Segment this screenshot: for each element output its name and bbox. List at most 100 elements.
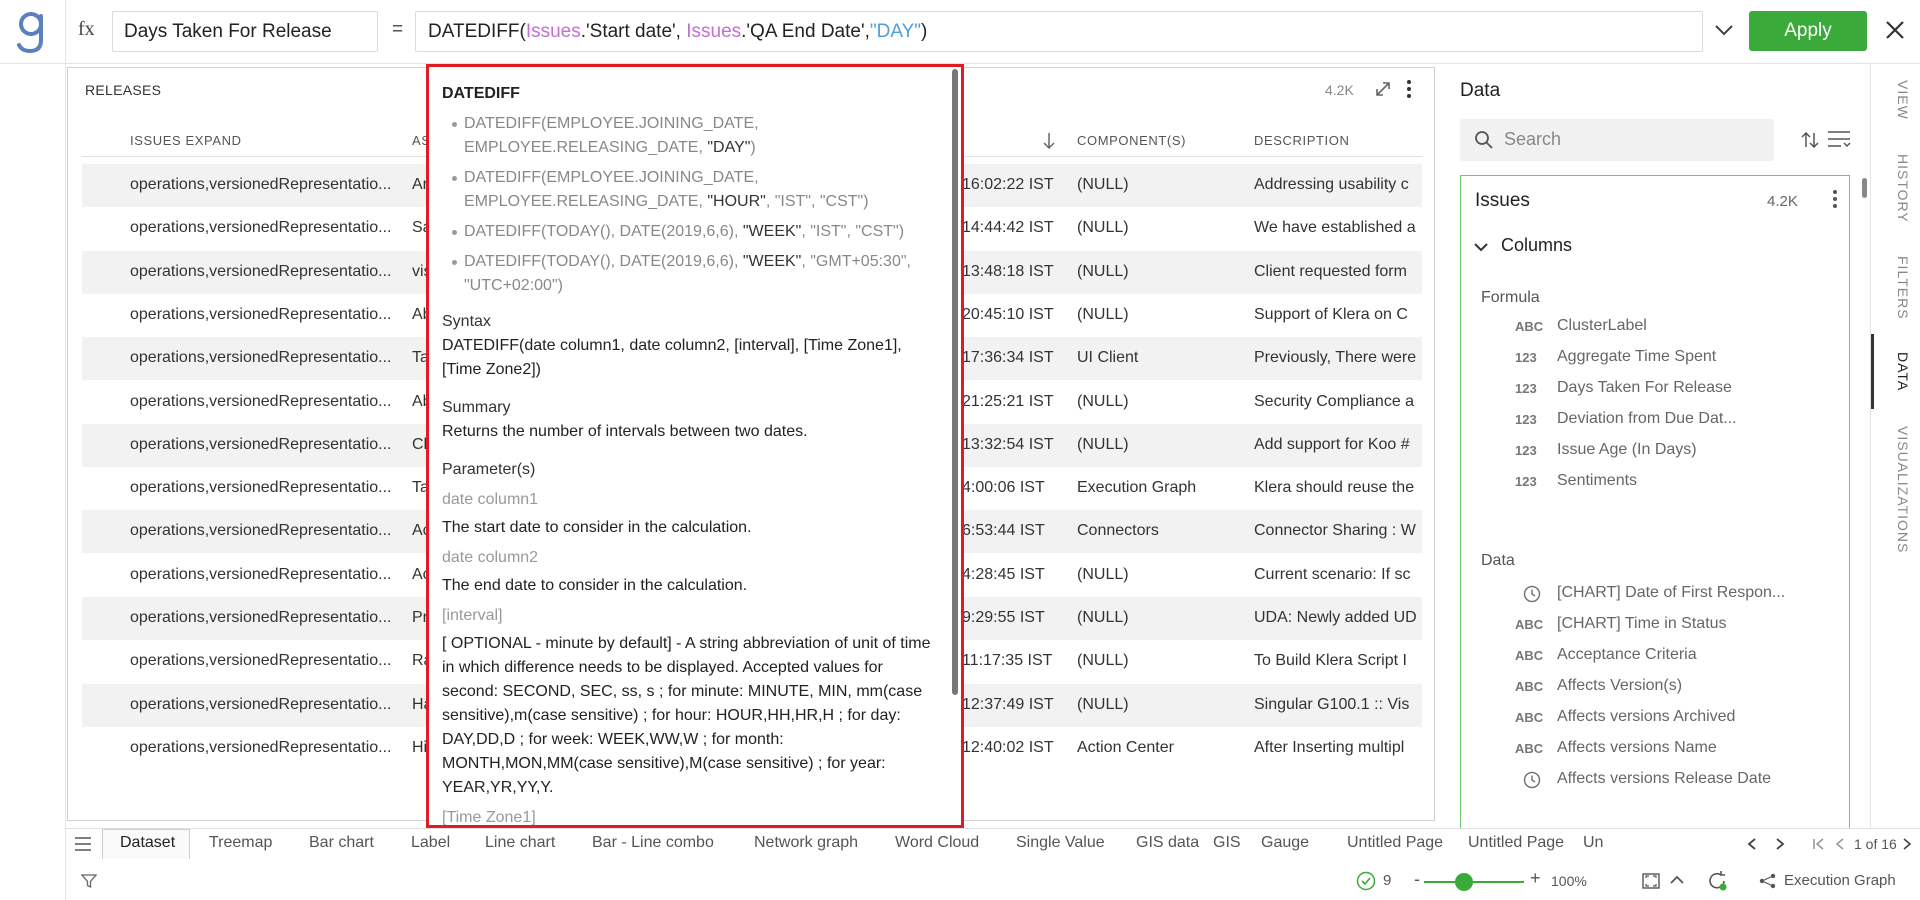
cell-time: 12:40:02 IST: [962, 738, 1054, 756]
sort-icon[interactable]: [1800, 130, 1820, 150]
tab-data[interactable]: DATA: [1881, 352, 1911, 391]
formula-bar: fx Days Taken For Release = DATEDIFF(Iss…: [0, 0, 1920, 64]
tab-filters[interactable]: FILTERS: [1881, 256, 1911, 320]
tab-view[interactable]: VIEW: [1881, 80, 1911, 120]
cell-time: 9:29:55 IST: [962, 609, 1045, 626]
cell-component: Connectors: [1077, 522, 1159, 540]
tab-visualizations[interactable]: VISUALIZATIONS: [1881, 426, 1911, 553]
cell-time: 13:48:18 IST: [962, 262, 1054, 280]
page-tab[interactable]: Untitled Page: [1468, 834, 1564, 852]
apply-button[interactable]: Apply: [1749, 11, 1867, 51]
dataset-count: 4.2K: [1767, 193, 1798, 210]
page-tab[interactable]: GIS data: [1136, 834, 1199, 852]
check-circle-icon[interactable]: [1356, 871, 1376, 891]
page-tab[interactable]: Label: [411, 834, 450, 852]
fx-label: fx: [78, 18, 95, 40]
cell-issues-expand: operations,versionedRepresentatio...: [130, 565, 392, 583]
cell-issues-expand: operations,versionedRepresentatio...: [130, 738, 392, 756]
field-type: 123: [1515, 381, 1537, 396]
chevron-down-icon[interactable]: [1712, 18, 1736, 42]
expand-icon[interactable]: [1374, 80, 1392, 98]
menu-icon[interactable]: [74, 836, 92, 852]
zoom-slider-thumb[interactable]: [1455, 873, 1473, 891]
field-name: Aggregate Time Spent: [1557, 348, 1717, 365]
chevron-up-icon[interactable]: [1669, 873, 1685, 887]
cell-component: UI Client: [1077, 349, 1139, 367]
field-name: [CHART] Time in Status: [1557, 615, 1727, 632]
close-icon[interactable]: [1882, 17, 1908, 43]
example-item: DATEDIFF(TODAY(), DATE(2019,6,6), "WEEK"…: [452, 250, 932, 298]
formula-arg: .'QA End Date',: [741, 21, 870, 42]
page-tab[interactable]: Gauge: [1261, 834, 1309, 852]
data-group-label: Data: [1481, 552, 1515, 569]
column-header-components[interactable]: COMPONENT(S): [1077, 133, 1217, 148]
clock-icon: [1523, 771, 1541, 789]
formula-input[interactable]: DATEDIFF(Issues.'Start date', Issues.'QA…: [415, 11, 1703, 52]
page-tab[interactable]: Single Value: [1016, 834, 1105, 852]
field-name-input[interactable]: Days Taken For Release: [112, 11, 378, 52]
filter-icon[interactable]: [81, 873, 97, 889]
param-description: The start date to consider in the calcul…: [442, 519, 752, 536]
formula-string: "DAY": [869, 21, 922, 42]
next-page-icon[interactable]: [1901, 837, 1913, 851]
sort-down-icon[interactable]: [1042, 131, 1056, 151]
popup-scrollbar[interactable]: [952, 69, 958, 695]
data-panel-scrollbar[interactable]: [1862, 178, 1867, 198]
function-help-content: DATEDIFF DATEDIFF(EMPLOYEE.JOINING_DATE,…: [442, 82, 932, 825]
zoom-in-button[interactable]: +: [1530, 868, 1541, 889]
example-post: , "IST", "CST"): [801, 223, 905, 240]
app-logo[interactable]: [0, 0, 66, 64]
page-tab[interactable]: Bar chart: [309, 834, 374, 852]
page-tab[interactable]: Bar - Line combo: [592, 834, 714, 852]
example-kw: "HOUR": [707, 193, 766, 210]
zoom-slider-track[interactable]: [1424, 881, 1524, 883]
page-tab[interactable]: GIS: [1213, 834, 1241, 852]
example-kw: "WEEK": [742, 223, 802, 240]
example-post: , "IST", "CST"): [765, 193, 869, 210]
field-name: Days Taken For Release: [1557, 379, 1732, 396]
check-count: 9: [1383, 872, 1392, 889]
more-vertical-icon[interactable]: [1831, 189, 1839, 209]
page-tab[interactable]: Dataset: [120, 834, 175, 852]
cell-description: To Build Klera Script I: [1254, 652, 1407, 670]
cell-component: (NULL): [1077, 219, 1129, 237]
fit-screen-icon[interactable]: [1641, 871, 1661, 891]
tab-history[interactable]: HISTORY: [1881, 154, 1911, 223]
filter-list-icon[interactable]: [1827, 129, 1851, 149]
zoom-out-button[interactable]: -: [1414, 869, 1420, 890]
column-header-description[interactable]: DESCRIPTION: [1254, 133, 1414, 148]
page-tab[interactable]: Treemap: [209, 834, 272, 852]
chevron-right-icon[interactable]: [1774, 837, 1786, 851]
page-tab[interactable]: Word Cloud: [895, 834, 979, 852]
columns-header[interactable]: Columns: [1473, 235, 1572, 256]
field-type: 123: [1515, 350, 1537, 365]
cell-component: (NULL): [1077, 695, 1129, 713]
chevron-left-icon[interactable]: [1746, 837, 1758, 851]
search-input[interactable]: Search: [1460, 119, 1774, 161]
cell-description: Previously, There were: [1254, 349, 1417, 367]
prev-page-icon[interactable]: [1834, 837, 1846, 851]
page-tab[interactable]: Line chart: [485, 834, 555, 852]
field-name: Acceptance Criteria: [1557, 646, 1697, 663]
cell-time: 13:32:54 IST: [962, 435, 1054, 453]
examples-list: DATEDIFF(EMPLOYEE.JOINING_DATE, EMPLOYEE…: [452, 112, 932, 298]
dataset-name[interactable]: Issues: [1475, 190, 1530, 212]
example-kw: "WEEK": [742, 253, 802, 270]
field-type: ABC: [1515, 617, 1544, 632]
data-panel-title: Data: [1460, 80, 1501, 101]
field-name: ClusterLabel: [1557, 317, 1647, 334]
page-tab[interactable]: Network graph: [754, 834, 858, 852]
cell-description: Security Compliance a: [1254, 392, 1415, 410]
cell-issues-expand: operations,versionedRepresentatio...: [130, 176, 392, 193]
page-tab[interactable]: Untitled Page: [1347, 834, 1443, 852]
page-tab[interactable]: Un: [1583, 834, 1603, 852]
cell-component: Execution Graph: [1077, 479, 1197, 497]
refresh-icon[interactable]: [1706, 870, 1728, 892]
first-page-icon[interactable]: [1812, 837, 1826, 851]
equals-sign: =: [392, 19, 404, 40]
column-header-issues-expand[interactable]: ISSUES EXPAND: [130, 133, 350, 148]
more-vertical-icon[interactable]: [1405, 79, 1413, 99]
summary-label: Summary: [442, 399, 511, 416]
execution-graph-button[interactable]: Execution Graph: [1784, 872, 1896, 889]
execution-graph-icon: [1759, 873, 1776, 889]
